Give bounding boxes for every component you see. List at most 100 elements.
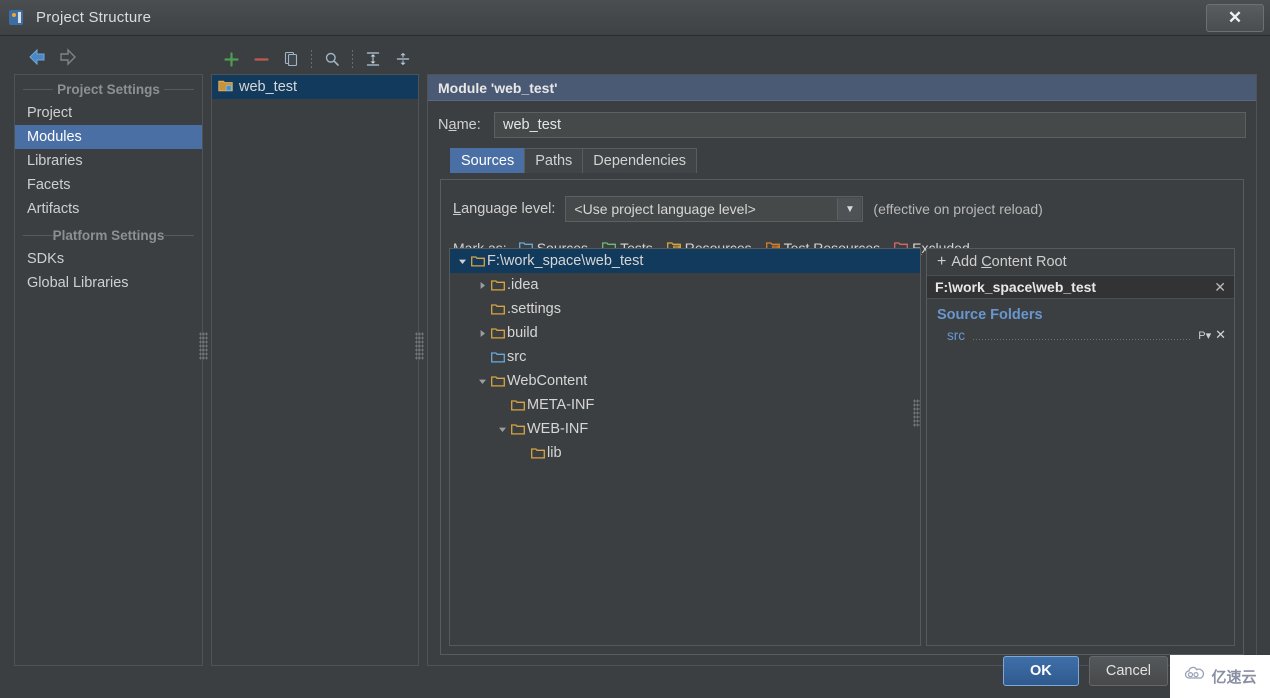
sidebar-group-label: Platform Settings bbox=[52, 227, 165, 243]
tab-paths[interactable]: Paths bbox=[524, 148, 584, 173]
folder-icon bbox=[491, 303, 505, 315]
project-structure-dialog: Project Structure ✕ Project Settings Pro… bbox=[0, 0, 1270, 698]
tree-node[interactable]: .settings bbox=[450, 297, 920, 321]
add-content-root-button[interactable]: + Add Content Root bbox=[927, 249, 1234, 275]
sidebar-item-label: Facets bbox=[27, 177, 71, 193]
sidebar-item-sdks[interactable]: SDKs bbox=[15, 247, 202, 271]
tree-node-label: WEB-INF bbox=[527, 421, 589, 437]
language-level-row: Language level: <Use project language le… bbox=[441, 180, 1243, 222]
chevron-right-icon[interactable] bbox=[476, 279, 488, 291]
tree-splitter-handle[interactable] bbox=[913, 399, 920, 427]
sidebar-splitter-handle[interactable] bbox=[199, 332, 208, 360]
sidebar-item-facets[interactable]: Facets bbox=[15, 173, 202, 197]
sidebar-item-global-libraries[interactable]: Global Libraries bbox=[15, 271, 202, 295]
close-icon[interactable]: ✕ bbox=[1215, 327, 1226, 343]
tree-node-label: build bbox=[507, 325, 538, 341]
settings-sidebar: Project Settings Project Modules Librari… bbox=[14, 74, 203, 666]
ok-button[interactable]: OK bbox=[1002, 656, 1079, 686]
sidebar-item-label: Modules bbox=[27, 129, 82, 145]
content-root-path: F:\work_space\web_test bbox=[935, 279, 1097, 295]
sidebar-group-platform-settings: Platform Settings bbox=[15, 223, 202, 247]
expand-all-icon[interactable] bbox=[360, 47, 386, 71]
chevron-down-icon[interactable]: ▼ bbox=[837, 198, 862, 220]
plus-icon: + bbox=[937, 253, 947, 270]
tree-node-label: .idea bbox=[507, 277, 539, 293]
tree-node[interactable]: WebContent bbox=[450, 369, 920, 393]
sidebar-item-label: SDKs bbox=[27, 251, 65, 267]
sidebar-item-libraries[interactable]: Libraries bbox=[15, 149, 202, 173]
cloud-logo-icon bbox=[1183, 666, 1207, 687]
module-toolbar bbox=[218, 47, 416, 71]
sidebar-item-project[interactable]: Project bbox=[15, 101, 202, 125]
sidebar-group-label: Project Settings bbox=[57, 81, 160, 97]
source-folder-row[interactable]: src P▾ ✕ bbox=[927, 323, 1234, 343]
sources-tab-panel: Language level: <Use project language le… bbox=[440, 179, 1244, 655]
sidebar-item-label: Libraries bbox=[27, 153, 83, 169]
copy-icon[interactable] bbox=[278, 47, 304, 71]
toolbar-separator bbox=[311, 50, 312, 68]
tree-node[interactable]: F:\work_space\web_test bbox=[450, 249, 920, 273]
tab-sources[interactable]: Sources bbox=[450, 148, 526, 173]
module-name: web_test bbox=[239, 79, 298, 95]
window-title: Project Structure bbox=[36, 9, 152, 26]
tree-node[interactable]: build bbox=[450, 321, 920, 345]
source-folder-name: src bbox=[947, 327, 965, 343]
tab-dependencies[interactable]: Dependencies bbox=[582, 148, 698, 173]
sidebar-item-modules[interactable]: Modules bbox=[15, 125, 202, 149]
tab-label: Dependencies bbox=[593, 153, 687, 169]
module-name-input[interactable]: web_test bbox=[494, 112, 1246, 138]
intellij-idea-icon bbox=[9, 9, 27, 27]
dotted-separator bbox=[973, 339, 1191, 340]
modulelist-splitter-handle[interactable] bbox=[415, 332, 424, 360]
sidebar-item-label: Global Libraries bbox=[27, 275, 129, 291]
close-icon[interactable]: ✕ bbox=[1206, 4, 1264, 32]
minus-icon[interactable] bbox=[248, 47, 274, 71]
search-icon[interactable] bbox=[319, 47, 345, 71]
folder-sources-icon bbox=[491, 351, 505, 363]
tab-label: Sources bbox=[461, 153, 515, 169]
module-editor-panel: Module 'web_test' Name: web_test Sources… bbox=[427, 74, 1257, 666]
chevron-right-icon[interactable] bbox=[476, 327, 488, 339]
plus-icon[interactable] bbox=[218, 47, 244, 71]
collapse-all-icon[interactable] bbox=[390, 47, 416, 71]
language-level-select[interactable]: <Use project language level> ▼ bbox=[565, 196, 864, 222]
module-name-row: Name: web_test bbox=[438, 112, 1246, 138]
arrow-right-icon bbox=[58, 48, 78, 66]
folder-icon bbox=[511, 399, 525, 411]
list-item[interactable]: web_test bbox=[212, 75, 418, 99]
dialog-content: Project Settings Project Modules Librari… bbox=[0, 36, 1270, 698]
chevron-down-icon[interactable] bbox=[476, 375, 488, 387]
sidebar-item-label: Project bbox=[27, 105, 73, 121]
panel-title: Module 'web_test' bbox=[428, 75, 1256, 101]
tree-node[interactable]: lib bbox=[450, 441, 920, 465]
tree-node-label: F:\work_space\web_test bbox=[487, 253, 644, 269]
watermark-text: 亿速云 bbox=[1211, 669, 1257, 686]
sidebar-group-project-settings: Project Settings bbox=[15, 77, 202, 101]
folder-icon bbox=[511, 423, 525, 435]
package-prefix-icon[interactable]: P▾ bbox=[1198, 329, 1211, 342]
cancel-button[interactable]: Cancel bbox=[1088, 656, 1168, 686]
chevron-down-icon[interactable] bbox=[456, 255, 468, 267]
arrow-left-icon[interactable] bbox=[27, 48, 47, 66]
tree-node[interactable]: META-INF bbox=[450, 393, 920, 417]
content-root-row[interactable]: F:\work_space\web_test ✕ bbox=[927, 275, 1234, 299]
add-content-root-label: Add Content Root bbox=[951, 254, 1067, 270]
tree-node[interactable]: src bbox=[450, 345, 920, 369]
close-icon[interactable]: ✕ bbox=[1214, 279, 1226, 296]
tree-node[interactable]: .idea bbox=[450, 273, 920, 297]
folder-icon bbox=[491, 327, 505, 339]
content-roots-area: F:\work_space\web_test .idea .settings b… bbox=[449, 248, 1235, 646]
sidebar-item-label: Artifacts bbox=[27, 201, 80, 217]
top-toolbar bbox=[14, 44, 1257, 74]
name-label: Name: bbox=[438, 117, 481, 133]
language-level-note: (effective on project reload) bbox=[873, 201, 1043, 217]
tree-node[interactable]: WEB-INF bbox=[450, 417, 920, 441]
title-bar: Project Structure ✕ bbox=[0, 0, 1270, 36]
chevron-down-icon[interactable] bbox=[496, 423, 508, 435]
tree-node-label: META-INF bbox=[527, 397, 595, 413]
sidebar-item-artifacts[interactable]: Artifacts bbox=[15, 197, 202, 221]
tree-node-label: WebContent bbox=[507, 373, 588, 389]
tab-label: Paths bbox=[535, 153, 573, 169]
